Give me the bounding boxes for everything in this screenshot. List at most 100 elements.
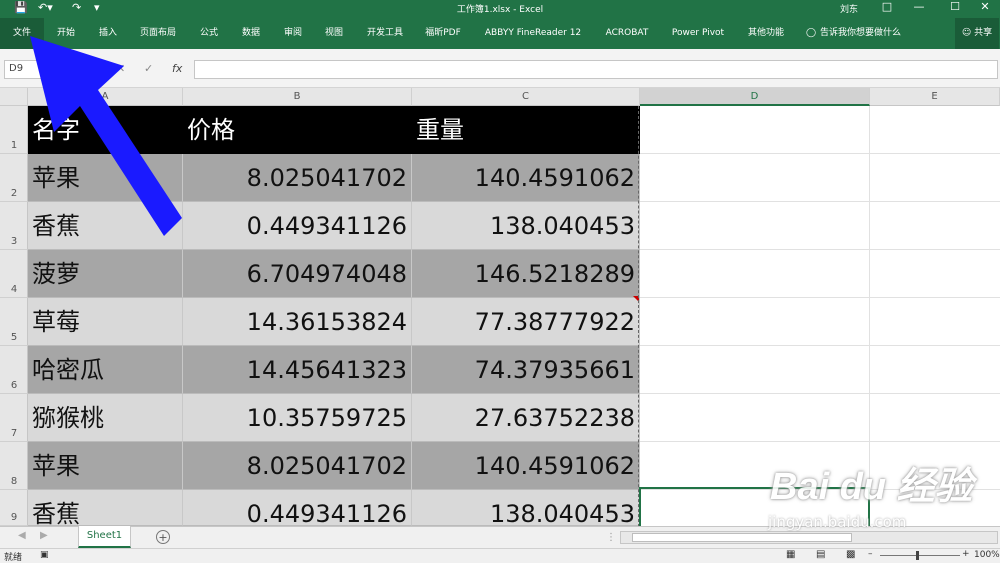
cell-c4[interactable]: 146.5218289 <box>412 250 640 298</box>
cell-c5[interactable]: 77.38777922 <box>412 298 640 346</box>
cell-b3[interactable]: 0.449341126 <box>183 202 412 250</box>
tab-view[interactable]: 视图 <box>317 18 351 49</box>
tab-data[interactable]: 数据 <box>234 18 268 49</box>
cell-a3[interactable]: 香蕉 <box>28 202 183 250</box>
cell-b8[interactable]: 8.025041702 <box>183 442 412 490</box>
cell-b5[interactable]: 14.36153824 <box>183 298 412 346</box>
column-header-e[interactable]: E <box>870 88 1000 106</box>
watermark-logo: Bai du 经验 <box>770 466 973 508</box>
tab-foxit-pdf[interactable]: 福昕PDF <box>418 18 468 49</box>
tab-page-layout[interactable]: 页面布局 <box>134 18 182 49</box>
row-number: 3 <box>10 236 18 247</box>
cell-b9[interactable]: 0.449341126 <box>183 490 412 526</box>
row-header-4[interactable]: 4 <box>0 250 28 298</box>
row-header-9[interactable]: 9 <box>0 490 28 526</box>
tab-home[interactable]: 开始 <box>50 18 82 49</box>
sheet-tab-sheet1[interactable]: Sheet1 <box>78 526 131 548</box>
undo-icon[interactable]: ↶▾ <box>38 1 53 14</box>
status-bar: 就绪 ▣ ▦ ▤ ▩ – + 100% <box>0 548 1000 563</box>
tab-developer[interactable]: 开发工具 <box>360 18 410 49</box>
user-name[interactable]: 刘东 <box>840 2 858 15</box>
select-all-corner[interactable] <box>0 88 28 106</box>
prev-sheet-icon[interactable]: ◀ <box>18 530 26 541</box>
customize-qat-icon[interactable]: ▾ <box>94 1 100 14</box>
row-header-6[interactable]: 6 <box>0 346 28 394</box>
tell-me-box[interactable]: 告诉我你想要做什么 <box>820 18 912 49</box>
cell-c9[interactable]: 138.040453 <box>412 490 640 526</box>
cell-c8[interactable]: 140.4591062 <box>412 442 640 490</box>
zoom-slider[interactable] <box>880 555 960 556</box>
column-header-a[interactable]: A <box>28 88 183 106</box>
name-box[interactable]: D9 <box>4 60 66 79</box>
minimize-icon[interactable]: — <box>904 0 934 13</box>
cell-b7[interactable]: 10.35759725 <box>183 394 412 442</box>
insert-function-icon[interactable]: fx <box>172 62 182 75</box>
zoom-level[interactable]: 100% <box>974 550 1000 560</box>
tab-abbyy[interactable]: ABBYY FineReader 12 <box>478 18 588 49</box>
cell-a8[interactable]: 苹果 <box>28 442 183 490</box>
row-number: 2 <box>10 188 18 199</box>
row-number: 5 <box>10 332 18 343</box>
cell-a4[interactable]: 菠萝 <box>28 250 183 298</box>
tab-review[interactable]: 审阅 <box>276 18 310 49</box>
column-header-c[interactable]: C <box>412 88 640 106</box>
macro-record-icon[interactable]: ▣ <box>40 550 49 560</box>
person-icon: ☺ <box>961 28 972 38</box>
cell-a9[interactable]: 香蕉 <box>28 490 183 526</box>
cancel-icon[interactable]: ✕ <box>116 62 125 75</box>
enter-icon[interactable]: ✓ <box>144 62 153 75</box>
cell-b2[interactable]: 8.025041702 <box>183 154 412 202</box>
split-handle-icon[interactable]: ⋮ <box>606 532 616 543</box>
cell-c3[interactable]: 138.040453 <box>412 202 640 250</box>
row-header-5[interactable]: 5 <box>0 298 28 346</box>
name-box-dropdown-icon[interactable]: ▾ <box>68 62 74 75</box>
tab-acrobat[interactable]: ACROBAT <box>598 18 656 49</box>
cell-a2[interactable]: 苹果 <box>28 154 183 202</box>
status-mode: 就绪 <box>4 553 23 563</box>
cell-b4[interactable]: 6.704974048 <box>183 250 412 298</box>
cell-a7[interactable]: 猕猴桃 <box>28 394 183 442</box>
add-sheet-button[interactable]: + <box>156 530 170 544</box>
close-icon[interactable]: ✕ <box>970 0 1000 13</box>
page-layout-view-icon[interactable]: ▤ <box>816 549 825 560</box>
cell-b1[interactable]: 价格 <box>183 106 412 154</box>
cell-c7[interactable]: 27.63752238 <box>412 394 640 442</box>
row-header-1[interactable]: 1 <box>0 106 28 154</box>
row-header-3[interactable]: 3 <box>0 202 28 250</box>
share-button[interactable]: ☺ 共享 <box>955 18 999 49</box>
ribbon-tabs: 文件 开始 插入 页面布局 公式 数据 审阅 视图 开发工具 福昕PDF ABB… <box>0 18 1000 49</box>
save-icon[interactable]: 💾 <box>14 1 28 14</box>
redo-icon[interactable]: ↷ <box>72 1 81 14</box>
tab-file[interactable]: 文件 <box>0 18 44 49</box>
cell-a6[interactable]: 哈密瓜 <box>28 346 183 394</box>
maximize-icon[interactable]: ☐ <box>940 0 970 13</box>
zoom-slider-thumb[interactable] <box>916 551 919 560</box>
next-sheet-icon[interactable]: ▶ <box>40 530 48 541</box>
row-number: 9 <box>10 512 18 523</box>
tab-insert[interactable]: 插入 <box>92 18 124 49</box>
cell-a1[interactable]: 名字 <box>28 106 183 154</box>
row-header-2[interactable]: 2 <box>0 154 28 202</box>
column-header-b[interactable]: B <box>183 88 412 106</box>
cell-b6[interactable]: 14.45641323 <box>183 346 412 394</box>
page-break-view-icon[interactable]: ▩ <box>846 549 855 560</box>
cell-c6[interactable]: 74.37935661 <box>412 346 640 394</box>
formula-input[interactable] <box>194 60 998 79</box>
zoom-out-icon[interactable]: – <box>868 549 873 559</box>
cell-c1[interactable]: 重量 <box>412 106 640 154</box>
lightbulb-icon: ◯ <box>805 28 817 38</box>
normal-view-icon[interactable]: ▦ <box>786 549 795 560</box>
tab-power-pivot[interactable]: Power Pivot <box>666 18 730 49</box>
row-number: 8 <box>10 476 18 487</box>
zoom-in-icon[interactable]: + <box>962 549 970 559</box>
row-header-8[interactable]: 8 <box>0 442 28 490</box>
tab-formulas[interactable]: 公式 <box>192 18 226 49</box>
watermark-url: jingyan.baidu.com <box>768 513 907 531</box>
row-header-7[interactable]: 7 <box>0 394 28 442</box>
cell-c2[interactable]: 140.4591062 <box>412 154 640 202</box>
cell-a5[interactable]: 草莓 <box>28 298 183 346</box>
row-number: 1 <box>10 140 18 151</box>
tab-other[interactable]: 其他功能 <box>740 18 792 49</box>
column-header-d[interactable]: D <box>640 88 870 106</box>
ribbon-display-icon[interactable]: □ <box>872 0 902 13</box>
